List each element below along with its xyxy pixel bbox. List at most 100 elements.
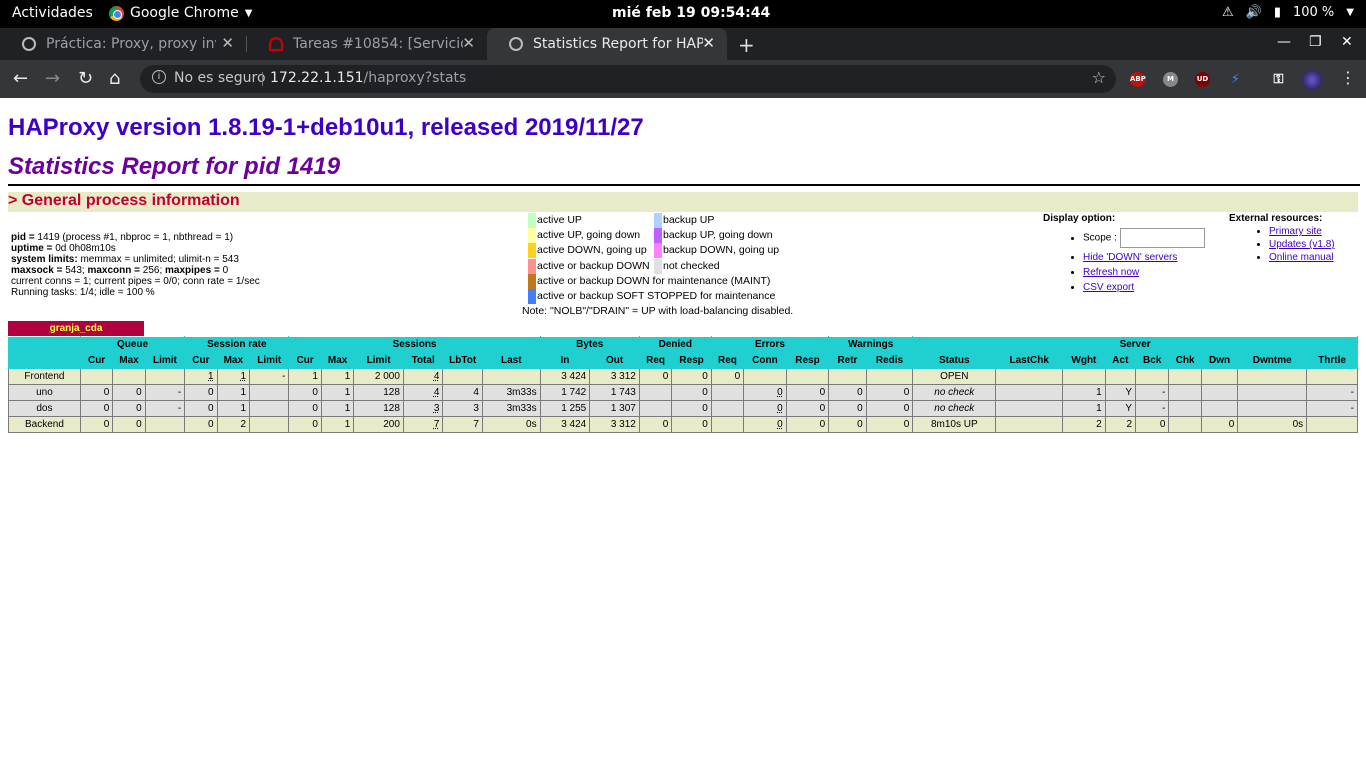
group-header: Errors [710, 336, 830, 353]
bookmark-star-icon[interactable]: ☆ [1092, 68, 1106, 87]
csv-export-link[interactable]: CSV export [1083, 282, 1134, 293]
column-header: LbTot [442, 352, 483, 369]
stat-cell [442, 368, 483, 385]
group-header: Denied [638, 336, 712, 353]
reload-button[interactable]: ↻ [78, 68, 93, 89]
ublock-origin-icon[interactable]: UD [1195, 72, 1210, 87]
menu-kebab-icon[interactable]: ⋮ [1340, 68, 1356, 87]
stat-cell: 0 [288, 400, 322, 417]
close-window-button[interactable]: ✕ [1341, 34, 1353, 50]
stat-cell: 1 [184, 368, 218, 385]
chrome-icon [109, 5, 124, 21]
stat-cell: 128 [353, 400, 404, 417]
key-icon[interactable]: ⚿ [1271, 72, 1286, 87]
close-icon[interactable]: ✕ [221, 34, 234, 52]
row-name[interactable]: Frontend [8, 368, 81, 385]
stat-cell [1168, 416, 1202, 433]
stat-cell: 200 [353, 416, 404, 433]
stat-cell [248, 400, 290, 417]
hover-value[interactable]: 7 [434, 419, 440, 430]
stat-cell [785, 368, 830, 385]
column-header: Cur [79, 352, 114, 369]
hover-value[interactable]: 0 [777, 419, 783, 430]
stat-cell [638, 400, 673, 417]
stat-cell: 1 [320, 400, 355, 417]
column-header: Cur [288, 352, 322, 369]
hover-value[interactable]: 0 [777, 387, 783, 398]
home-button[interactable]: ⌂ [109, 68, 120, 89]
hover-value[interactable]: 1 [240, 371, 246, 382]
extension-m-icon[interactable]: M [1163, 72, 1178, 87]
primary-site-link[interactable]: Primary site [1269, 226, 1322, 237]
column-header: LastChk [995, 352, 1064, 369]
hover-value[interactable]: 3 [434, 403, 440, 414]
stat-cell: - [248, 368, 290, 385]
legend-label: active or backup SOFT STOPPED for mainte… [537, 290, 776, 302]
avatar[interactable] [1302, 70, 1322, 90]
stats-row: Frontend 1 1-1 1 2 000 4 3 424 3 312 0 0 0 OPEN [8, 368, 1358, 385]
browser-toolbar: ← → ↻ ⌂ i No es seguro 172.22.1.151/hapr… [0, 60, 1366, 98]
stat-cell [995, 416, 1064, 433]
maximize-button[interactable]: ❐ [1309, 34, 1322, 50]
stat-cell: 0 [184, 400, 218, 417]
stat-cell: 0 [184, 416, 218, 433]
stat-cell: 4 [402, 384, 444, 401]
close-icon[interactable]: ✕ [462, 34, 475, 52]
scope-input[interactable] [1119, 228, 1205, 248]
adblock-plus-icon[interactable]: ABP [1130, 72, 1146, 87]
info-icon[interactable]: i [152, 70, 166, 84]
stat-cell: 0 [671, 368, 712, 385]
new-tab-button[interactable]: + [738, 33, 755, 57]
stat-cell: 2 [1104, 416, 1137, 433]
stat-cell: 0 [671, 384, 712, 401]
hover-value[interactable]: 4 [434, 387, 440, 398]
app-name: Google Chrome [130, 5, 239, 21]
report-title: Statistics Report for pid 1419 [8, 153, 341, 180]
redmine-icon [269, 37, 283, 51]
address-bar[interactable]: i No es seguro 172.22.1.151/haproxy?stat… [140, 65, 1116, 93]
forward-button[interactable]: → [45, 68, 60, 89]
stat-cell: - [144, 400, 186, 417]
row-name[interactable]: dos [8, 400, 81, 417]
row-name[interactable]: Backend [8, 416, 81, 433]
row-name[interactable]: uno [8, 384, 81, 401]
close-icon[interactable]: ✕ [702, 34, 715, 52]
tab-practica[interactable]: Práctica: Proxy, proxy inve ✕ [0, 28, 246, 60]
tab-statistics[interactable]: Statistics Report for HAPro ✕ [487, 28, 727, 60]
stat-cell: 0s [481, 416, 541, 433]
legend-swatch [654, 243, 662, 259]
hover-value[interactable]: 0 [777, 403, 783, 414]
stat-cell: 3 424 [539, 368, 591, 385]
stat-cell: 4 [402, 368, 444, 385]
activities-button[interactable]: Actividades [12, 5, 93, 21]
tab-tareas[interactable]: Tareas #10854: [Servicios ✕ [247, 28, 487, 60]
stat-cell: 0 [1200, 416, 1239, 433]
hide-down-link[interactable]: Hide 'DOWN' servers [1083, 252, 1177, 263]
updates-link[interactable]: Updates (v1.8) [1269, 239, 1335, 250]
stat-cell [710, 416, 745, 433]
stat-cell [248, 416, 290, 433]
back-button[interactable]: ← [13, 68, 28, 89]
system-tray[interactable]: ⚠ 🔊 ▮ 100 % ▼ [1222, 5, 1354, 20]
battery-level: 100 % [1292, 5, 1335, 20]
column-header: Req [710, 352, 745, 369]
group-header-row: Queue Session rate Sessions Bytes Denied… [8, 336, 1358, 353]
stat-cell: 0 [785, 416, 830, 433]
stat-cell [865, 368, 914, 385]
status-cell: 8m10s UP [912, 416, 997, 433]
stat-cell: 1 255 [539, 400, 591, 417]
refresh-link[interactable]: Refresh now [1083, 267, 1139, 278]
proxy-name[interactable]: granja_cda [8, 321, 144, 336]
stat-cell [743, 368, 787, 385]
clock[interactable]: mié feb 19 09:54:44 [612, 5, 770, 21]
legend-label: backup UP [663, 214, 715, 226]
stat-cell: 1 [1062, 384, 1106, 401]
manual-link[interactable]: Online manual [1269, 252, 1333, 263]
extension-bolt-icon[interactable]: ⚡ [1228, 72, 1243, 87]
hover-value[interactable]: 4 [434, 371, 440, 382]
hover-value[interactable]: 1 [208, 371, 214, 382]
stat-cell [1306, 368, 1358, 385]
app-menu[interactable]: Google Chrome ▼ [109, 5, 252, 21]
minimize-button[interactable]: — [1277, 34, 1291, 50]
stat-cell: 0 [828, 400, 867, 417]
